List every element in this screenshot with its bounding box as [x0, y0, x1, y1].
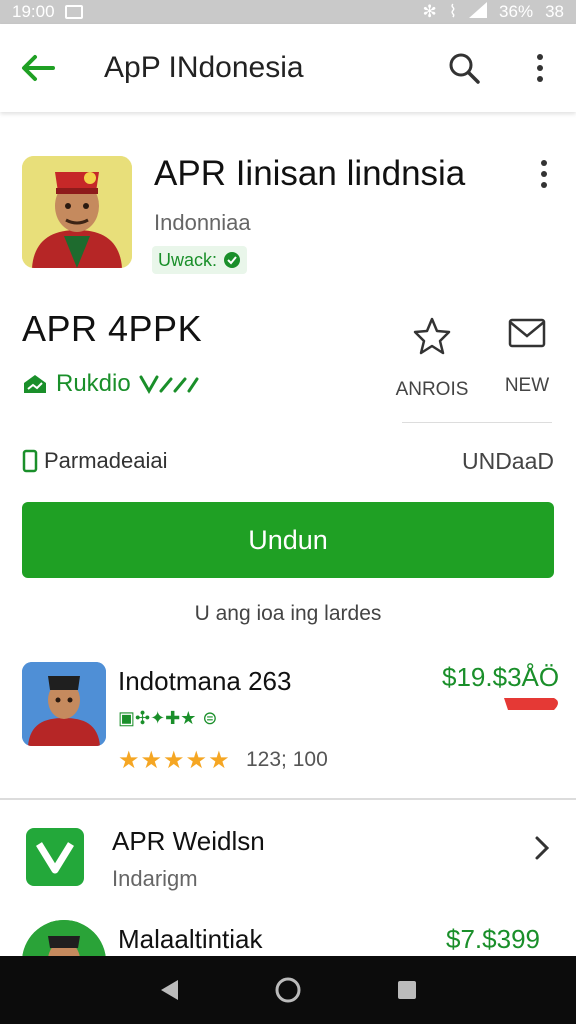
sale-ribbon-icon: [504, 698, 558, 710]
badge-circle-icon: ⊜: [202, 708, 218, 728]
divider: [0, 798, 576, 800]
info-row: Parmadeaiai UNDaaD: [22, 446, 554, 476]
app-header: APR Iinisan lindnsia Indonniaa Uwack:: [0, 140, 576, 290]
v-logo-icon: [26, 828, 84, 886]
vibrate-icon: ⌇: [448, 2, 458, 21]
badge-row: ▣✣✦✚★ ⊜: [118, 708, 217, 729]
more-vert-icon: [537, 54, 543, 82]
triangle-back-icon: [161, 980, 179, 1000]
battery-percent: 36%: [499, 2, 534, 21]
app-developer[interactable]: Indonniaa: [154, 210, 251, 236]
section-title: APR 4PPK: [22, 308, 203, 349]
nav-home-button[interactable]: [268, 970, 308, 1010]
app-name: APR Iinisan lindnsia: [154, 154, 466, 193]
info-right-text: UNDaaD: [461, 447, 554, 474]
app-avatar-icon: [22, 920, 106, 956]
top-app-bar: ApP INdonesia: [0, 24, 576, 112]
back-button[interactable]: [0, 24, 76, 112]
star-outline-icon: [413, 317, 451, 355]
install-button[interactable]: Undun: [22, 502, 554, 578]
chevron-right-button[interactable]: [524, 828, 560, 868]
nav-recents-button[interactable]: [387, 970, 427, 1010]
wishlist-action[interactable]: ANROIS: [390, 316, 474, 401]
chevron-right-icon: [535, 836, 550, 860]
rating-arrows-icon: [139, 375, 199, 395]
app-options-button[interactable]: [526, 154, 562, 194]
status-extra: 38: [545, 2, 564, 21]
nav-back-button[interactable]: [149, 970, 189, 1010]
share-action[interactable]: NEW: [490, 316, 564, 397]
overflow-menu-button[interactable]: [518, 46, 562, 90]
star-rating: ★★★★★: [118, 747, 231, 774]
phone-icon: [22, 449, 38, 473]
list-item-title: Malaaltintiak: [118, 924, 263, 954]
list-item[interactable]: Indotmana 263 $19.$3ÅÖ ▣✣✦✚★ ⊜ ★★★★★ 123…: [0, 650, 576, 798]
arrow-left-icon: [22, 55, 55, 81]
square-recents-icon: [397, 981, 416, 999]
signal-icon: [469, 1, 488, 23]
status-bar: 19:00 ✻ ⌇ 36% 38: [0, 0, 576, 24]
list-item-price: $7.$399: [446, 924, 540, 954]
app-icon: [22, 156, 132, 268]
rating-row: Rukdio: [22, 370, 199, 398]
list-item[interactable]: APR Weidlsn Indarigm: [0, 812, 576, 912]
system-nav-bar: [0, 956, 576, 1024]
search-icon: [449, 53, 480, 84]
rating-text: Rukdio: [56, 370, 131, 397]
image-notification-icon: [64, 5, 83, 19]
circle-home-icon: [275, 977, 301, 1003]
list-item-title: APR Weidlsn: [112, 826, 265, 856]
list-item[interactable]: Malaaltintiak $7.$399: [0, 912, 576, 956]
search-button[interactable]: [440, 46, 488, 90]
verified-label: Uwack:: [158, 249, 218, 270]
check-circle-icon: [224, 252, 241, 268]
review-count: 123; 100: [246, 748, 328, 771]
mail-icon: [508, 318, 546, 348]
verified-badge: Uwack:: [152, 246, 248, 274]
app-bar-title: ApP INdonesia: [104, 51, 304, 84]
list-item-price: $19.$3ÅÖ: [442, 662, 560, 692]
bluetooth-icon: ✻: [422, 2, 437, 21]
install-caption: U ang ioa ing lardes: [194, 602, 382, 625]
share-label: NEW: [504, 375, 550, 396]
badge-icon: ▣✣✦✚★: [118, 708, 197, 728]
list-item-title: Indotmana 263: [118, 666, 292, 696]
list-item-subtitle: Indarigm: [112, 866, 198, 891]
more-vert-icon: [541, 160, 547, 188]
app-avatar-icon: [22, 662, 106, 746]
divider: [402, 422, 552, 423]
shield-badge-icon: [24, 375, 46, 393]
status-time: 19:00: [12, 2, 55, 21]
info-left-text: Parmadeaiai: [44, 448, 168, 473]
wishlist-label: ANROIS: [395, 379, 469, 400]
